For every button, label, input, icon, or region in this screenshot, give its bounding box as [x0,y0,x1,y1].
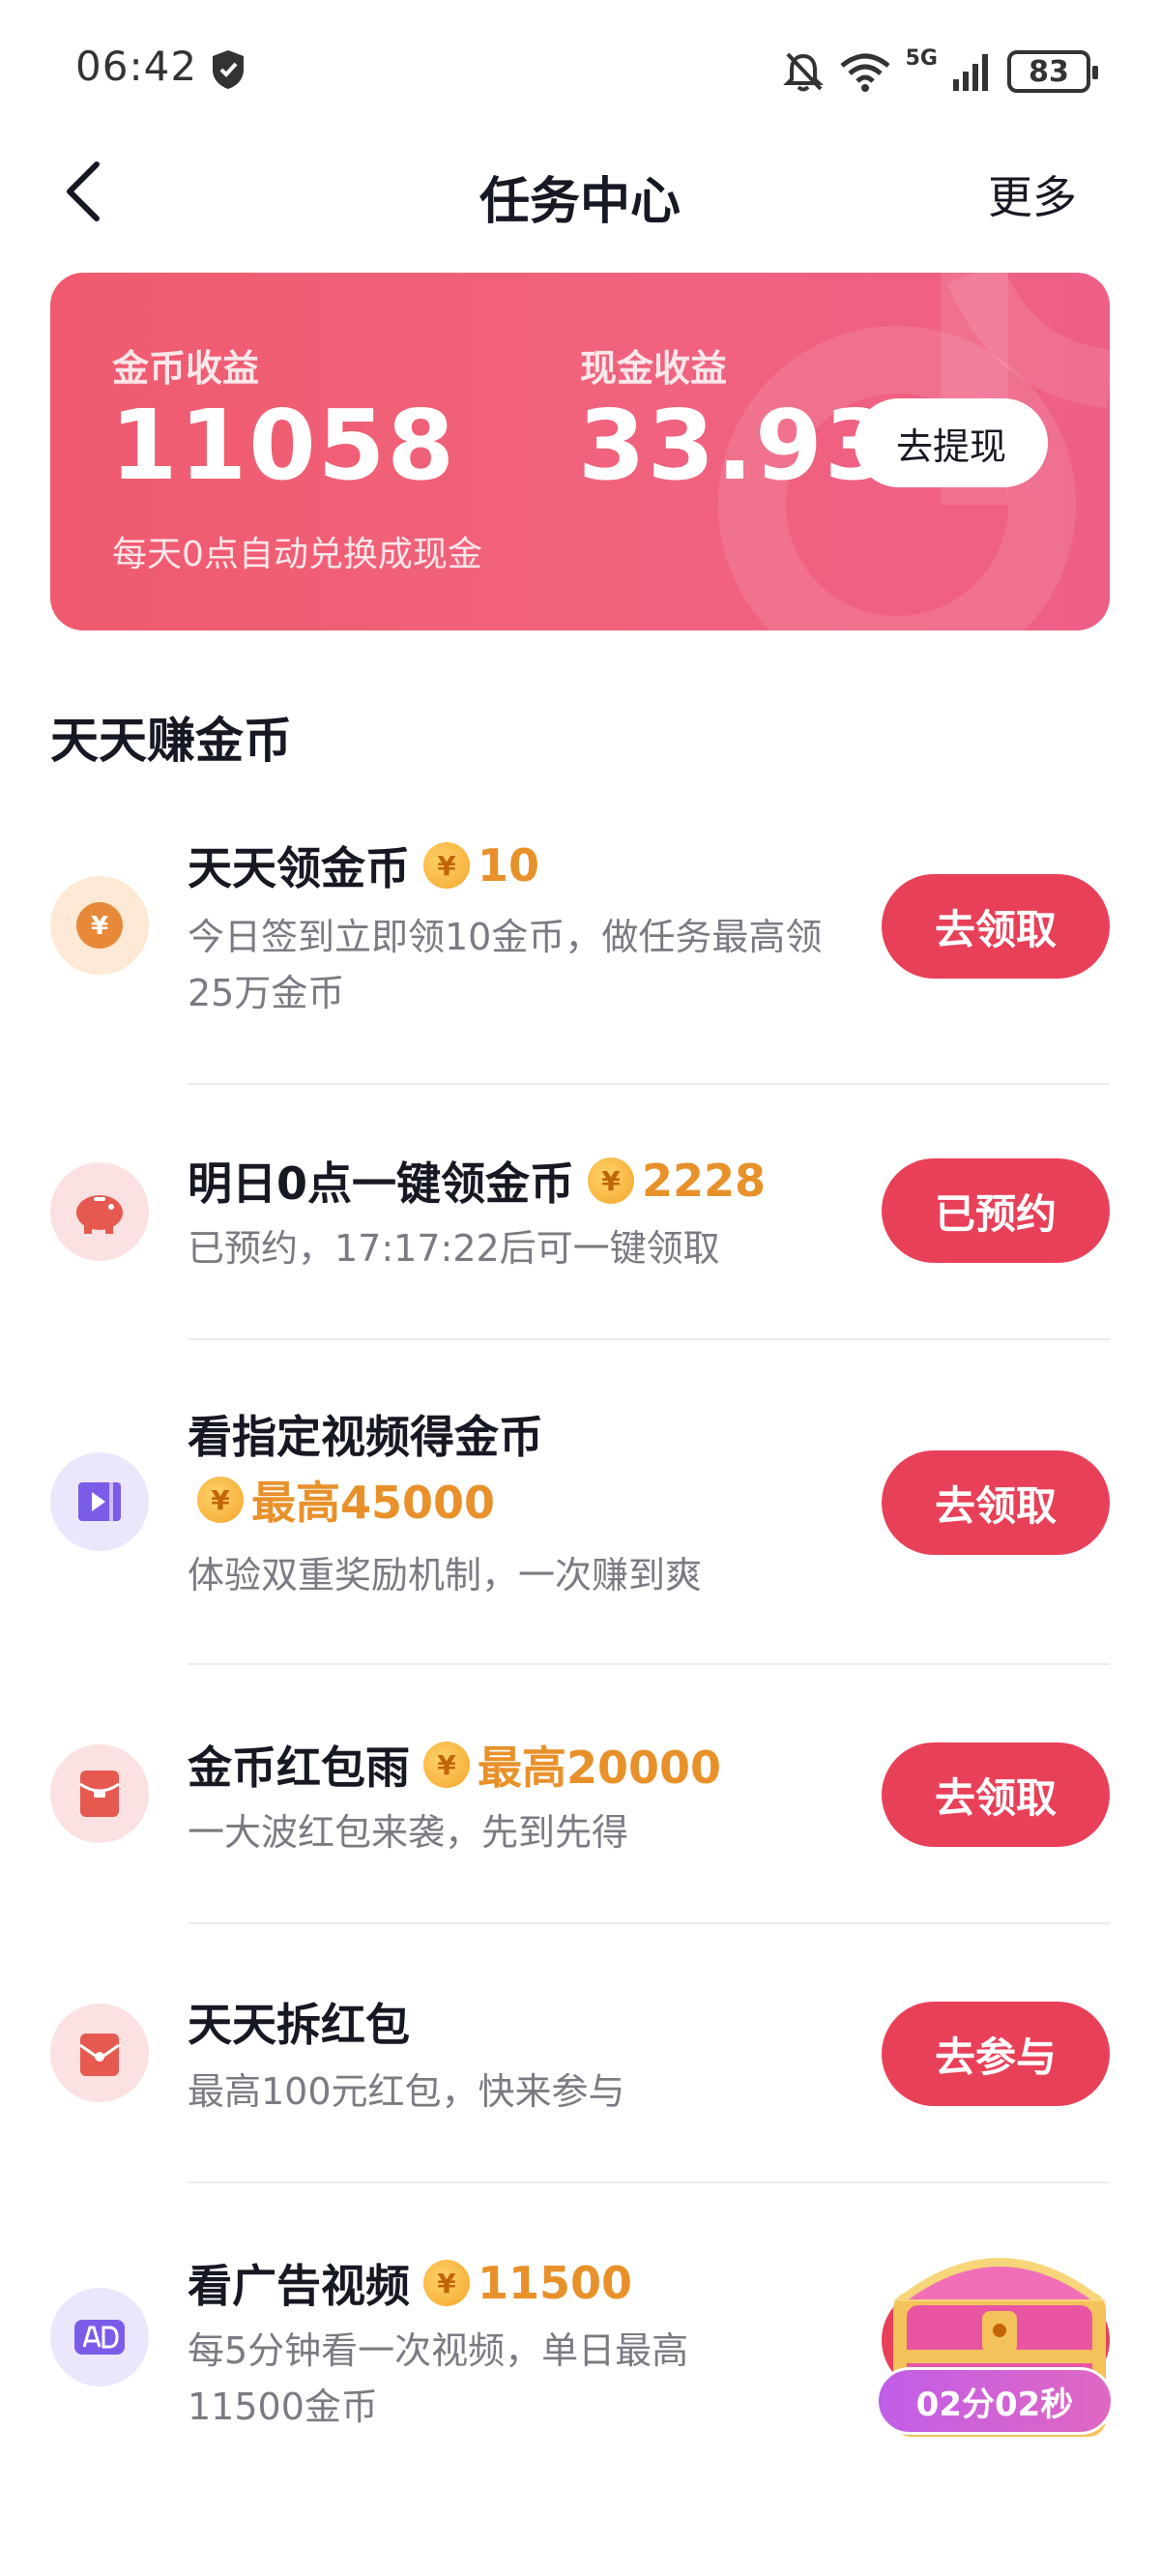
task-title-text: 明日0点一键领金币 [188,1157,575,1210]
mute-bell-icon [782,52,824,92]
divider [188,2181,1110,2183]
task-description: 每5分钟看一次视频，单日最高11500金币 [188,2329,689,2428]
claim-button[interactable]: 去领取 [882,1450,1110,1555]
more-button[interactable]: 更多 [988,162,1077,226]
coin-icon: ¥ [423,842,470,889]
task-reward-row: ¥ 最高45000 [188,1468,495,1532]
red-envelope-icon [50,1744,149,1843]
battery-indicator: 83 [1007,50,1098,93]
task-description: 已预约，17:17:22后可一键领取 [188,1227,720,1270]
coin-icon: ¥ [423,1742,470,1788]
task-title: 看广告视频 ¥ 11500 [188,2251,632,2315]
task-reward: 11500 [478,2257,633,2309]
withdraw-button[interactable]: 去提现 [855,398,1048,487]
yen-coin-symbol: ¥ [91,912,108,941]
participate-button[interactable]: 去参与 [882,2002,1110,2106]
task-title-text: 看广告视频 [188,2260,410,2312]
battery-level: 83 [1029,54,1069,89]
task-title: 天天拆红包 [188,1990,410,2054]
task-title-text: 金币红包雨 [188,1742,410,1794]
claim-button[interactable]: 去领取 [882,874,1110,979]
divider [188,1663,1110,1665]
task-description: 今日签到立即领10金币，做任务最高领25万金币 [188,916,823,1014]
cash-earnings-label: 现金收益 [580,347,728,390]
shield-icon [213,50,244,89]
yen-coin-icon: ¥ [50,876,149,975]
task-reward: 最高20000 [478,1742,722,1794]
status-bar: 06:42 5G 83 [0,0,1160,135]
divider [188,1338,1110,1340]
ad-icon [50,2288,149,2386]
divider [188,1922,1110,1924]
coin-icon: ¥ [197,1477,244,1523]
cash-earnings-value: 33.93 [578,389,894,502]
task-reward: 2228 [642,1155,767,1207]
piggy-bank-icon [50,1162,149,1261]
task-title: 金币红包雨 ¥ 最高20000 [188,1733,721,1797]
task-title-text: 看指定视频得金币 [188,1411,543,1463]
page-title: 任务中心 [478,173,681,231]
video-icon [50,1452,149,1551]
claim-button[interactable]: 去领取 [882,1742,1110,1847]
task-title-text: 天天拆红包 [188,1999,410,2051]
task-description: 一大波红包来袭，先到先得 [188,1811,629,1854]
task-title-text: 天天领金币 [188,842,410,894]
nav-bar: 任务中心 更多 [0,135,1160,248]
status-time: 06:42 [75,43,198,90]
coin-earnings-value: 11058 [110,389,456,502]
task-title: 明日0点一键领金币 ¥ 2228 [188,1149,766,1213]
treasure-timer: 02分02秒 [876,2367,1114,2435]
divider [188,1083,1110,1085]
task-reward: 最高45000 [251,1477,496,1529]
coin-earnings-label: 金币收益 [112,347,260,390]
coin-icon: ¥ [423,2260,470,2306]
task-description: 体验双重奖励机制，一次赚到爽 [188,1554,703,1596]
task-title: 看指定视频得金币 [188,1402,543,1466]
task-reward: 10 [478,839,540,892]
network-type: 5G [905,46,938,71]
signal-icon [953,54,988,91]
reserved-button[interactable]: 已预约 [882,1158,1110,1263]
earnings-card: 金币收益 11058 现金收益 33.93 去提现 每天0点自动兑换成现金 [50,273,1110,630]
coin-icon: ¥ [588,1157,635,1204]
exchange-note: 每天0点自动兑换成现金 [112,535,482,574]
status-indicators: 5G 83 [782,43,1098,101]
wifi-icon [840,53,890,92]
open-envelope-icon [50,2004,149,2102]
task-title: 天天领金币 ¥ 10 [188,834,539,897]
section-title: 天天赚金币 [50,713,292,769]
task-description: 最高100元红包，快来参与 [188,2070,625,2113]
